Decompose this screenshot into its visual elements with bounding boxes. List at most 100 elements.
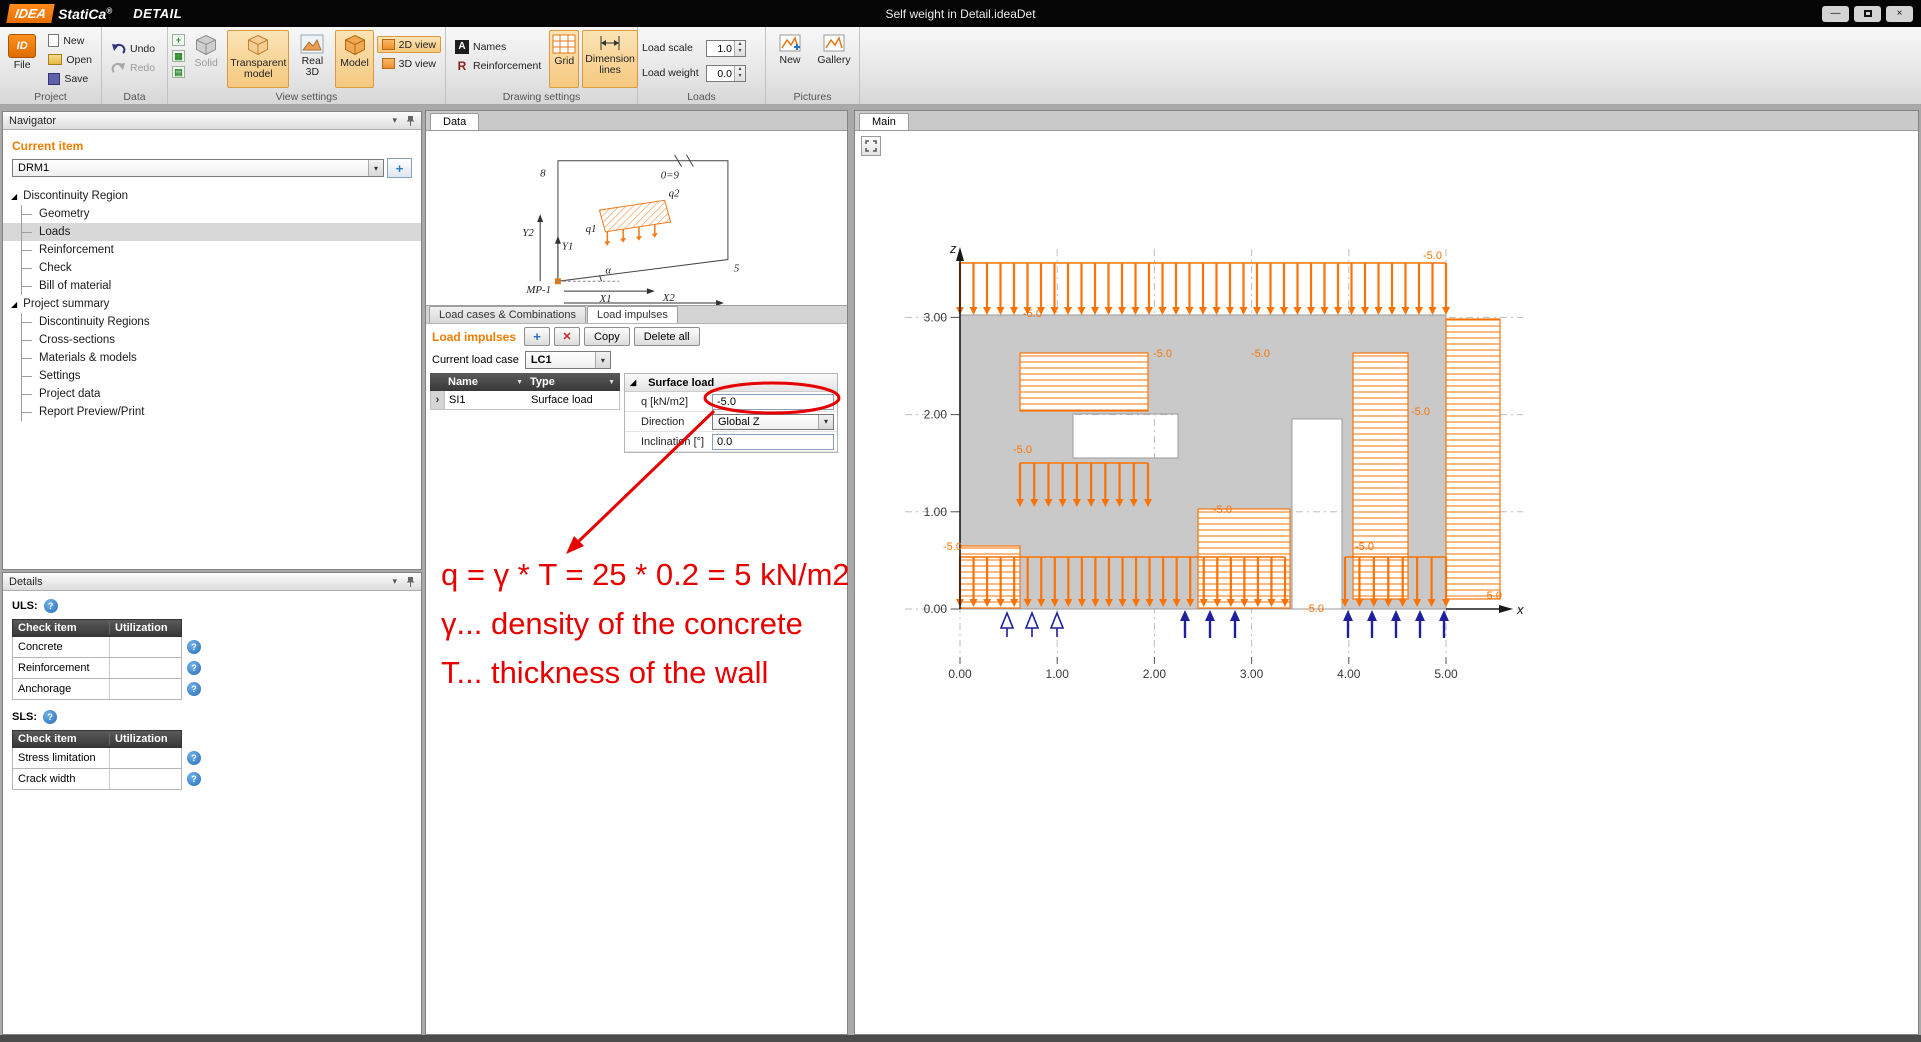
delete-load-impulse-button[interactable]: ✕	[554, 327, 580, 346]
direction-label: Direction	[625, 416, 709, 428]
names-toggle[interactable]: ANames	[450, 38, 546, 55]
view-option-icon[interactable]: +	[172, 34, 185, 46]
load-scale-input[interactable]: 1.0 ▴▾	[706, 40, 746, 57]
group-label-drawing-settings: Drawing settings	[446, 91, 637, 103]
dimension-lines-toggle[interactable]: Dimension lines	[582, 30, 638, 88]
delete-all-button[interactable]: Delete all	[634, 327, 700, 346]
filter-icon[interactable]: ▼	[516, 379, 523, 386]
help-icon[interactable]: ?	[43, 710, 57, 724]
direction-select[interactable]: Global Z ▾	[712, 414, 834, 430]
sketch-label-y2: Y2	[522, 227, 534, 239]
tab-load-impulses[interactable]: Load impulses	[587, 306, 678, 323]
load-sketch: 8 0=9 q2 q1 Y2 Y1 MP-1 X1 X2 α	[426, 131, 847, 305]
transparent-model-toggle[interactable]: Transparent model	[227, 30, 289, 88]
filter-icon[interactable]: ▼	[608, 379, 615, 386]
nav-item-discontinuity-regions[interactable]: Discontinuity Regions	[3, 313, 421, 331]
nav-item-report-preview-print[interactable]: Report Preview/Print	[3, 403, 421, 421]
model-view[interactable]: 0.001.002.003.004.005.003.002.001.000.00…	[855, 131, 1918, 1034]
2d-view-button[interactable]: 2D view	[377, 36, 441, 53]
pin-icon[interactable]	[406, 576, 415, 588]
ribbon-group-view-settings: + ▦ ▤ Solid Transparent model Real 3D Mo…	[168, 27, 446, 104]
nav-item-bill-of-material[interactable]: Bill of material	[3, 277, 421, 295]
solid-cube-icon	[194, 34, 218, 56]
open-button[interactable]: Open	[43, 51, 97, 68]
save-button[interactable]: Save	[43, 70, 97, 87]
sls-row: Stress limitation?	[12, 748, 182, 769]
add-region-button[interactable]: +	[387, 158, 412, 178]
nav-item-check[interactable]: Check	[3, 259, 421, 277]
copy-button[interactable]: Copy	[584, 327, 630, 346]
redo-button[interactable]: Redo	[106, 59, 160, 76]
view-option-icon[interactable]: ▤	[172, 66, 185, 78]
expand-arrows-icon	[864, 139, 878, 153]
solid-toggle[interactable]: Solid	[188, 30, 224, 88]
model-toggle[interactable]: Model	[335, 30, 373, 88]
undo-button[interactable]: Undo	[106, 40, 160, 57]
group-label-pictures: Pictures	[766, 91, 859, 103]
tab-load-cases-combinations[interactable]: Load cases & Combinations	[429, 306, 586, 323]
sketch-label-x2: X2	[661, 292, 675, 304]
zoom-extents-button[interactable]	[861, 136, 881, 156]
nav-item-geometry[interactable]: Geometry	[3, 205, 421, 223]
help-icon[interactable]: ?	[44, 599, 58, 613]
nav-item-reinforcement[interactable]: Reinforcement	[3, 241, 421, 259]
dropdown-arrow-icon[interactable]: ▾	[368, 160, 383, 176]
group-label-project: Project	[0, 91, 101, 103]
svg-text:-5.0: -5.0	[1023, 308, 1042, 320]
q-value-input[interactable]: -5.0	[712, 394, 834, 410]
svg-text:-5.0: -5.0	[1251, 348, 1270, 360]
svg-text:2.00: 2.00	[1143, 667, 1167, 681]
help-icon[interactable]: ?	[187, 682, 201, 696]
current-item-select[interactable]: DRM1 ▾	[12, 159, 384, 177]
load-weight-label: Load weight	[642, 67, 702, 79]
grid-toggle[interactable]: Grid	[549, 30, 579, 88]
nav-item-settings[interactable]: Settings	[3, 367, 421, 385]
chevron-down-icon[interactable]: ▾	[392, 576, 397, 587]
uls-row: Concrete?	[12, 637, 182, 658]
maximize-button[interactable]	[1854, 6, 1881, 22]
minimize-button[interactable]: —	[1822, 6, 1849, 22]
svg-text:3.00: 3.00	[924, 310, 948, 324]
load-weight-input[interactable]: 0.0 ▴▾	[706, 65, 746, 82]
sls-table: Check itemUtilization Stress limitation?…	[12, 730, 421, 790]
picture-new-button[interactable]: New	[770, 30, 810, 88]
real-3d-toggle[interactable]: Real 3D	[292, 30, 332, 88]
help-icon[interactable]: ?	[187, 751, 201, 765]
nav-item-cross-sections[interactable]: Cross-sections	[3, 331, 421, 349]
help-icon[interactable]: ?	[187, 640, 201, 654]
file-button[interactable]: ID File	[4, 30, 40, 88]
dropdown-arrow-icon[interactable]: ▾	[818, 415, 833, 429]
idea-logo: IDEA	[6, 4, 54, 23]
undo-icon	[111, 43, 126, 55]
view-option-icon[interactable]: ▦	[172, 50, 185, 62]
load-impulse-row[interactable]: › SI1 Surface load	[430, 391, 620, 410]
nav-item-loads[interactable]: Loads	[3, 223, 421, 241]
pin-icon[interactable]	[406, 115, 415, 127]
spinner-arrows-icon[interactable]: ▴▾	[734, 41, 745, 56]
nav-item-materials-models[interactable]: Materials & models	[3, 349, 421, 367]
inclination-input[interactable]: 0.0	[712, 434, 834, 450]
help-icon[interactable]: ?	[187, 772, 201, 786]
reinforcement-toggle[interactable]: RReinforcement	[450, 57, 546, 74]
dropdown-arrow-icon[interactable]: ▾	[595, 352, 610, 368]
transparent-cube-icon	[246, 34, 270, 56]
load-case-select[interactable]: LC1 ▾	[525, 351, 611, 369]
nav-item-project-summary[interactable]: ◢Project summary	[3, 295, 421, 313]
tab-data[interactable]: Data	[430, 113, 479, 130]
3d-view-button[interactable]: 3D view	[377, 55, 441, 72]
gallery-button[interactable]: Gallery	[813, 30, 855, 88]
add-load-impulse-button[interactable]: +	[524, 327, 550, 346]
tab-main[interactable]: Main	[859, 113, 909, 130]
chevron-down-icon[interactable]: ▾	[392, 115, 397, 126]
svg-text:2.00: 2.00	[924, 408, 948, 422]
maximize-icon	[1864, 10, 1872, 17]
spinner-arrows-icon[interactable]: ▴▾	[734, 66, 745, 81]
new-button[interactable]: New	[43, 32, 97, 49]
nav-item-discontinuity-region[interactable]: ◢Discontinuity Region	[3, 187, 421, 205]
close-button[interactable]: ×	[1886, 6, 1913, 22]
help-icon[interactable]: ?	[187, 661, 201, 675]
nav-item-project-data[interactable]: Project data	[3, 385, 421, 403]
svg-text:0.00: 0.00	[948, 667, 972, 681]
save-icon	[48, 73, 60, 85]
expander-icon[interactable]: ◢	[630, 378, 636, 387]
